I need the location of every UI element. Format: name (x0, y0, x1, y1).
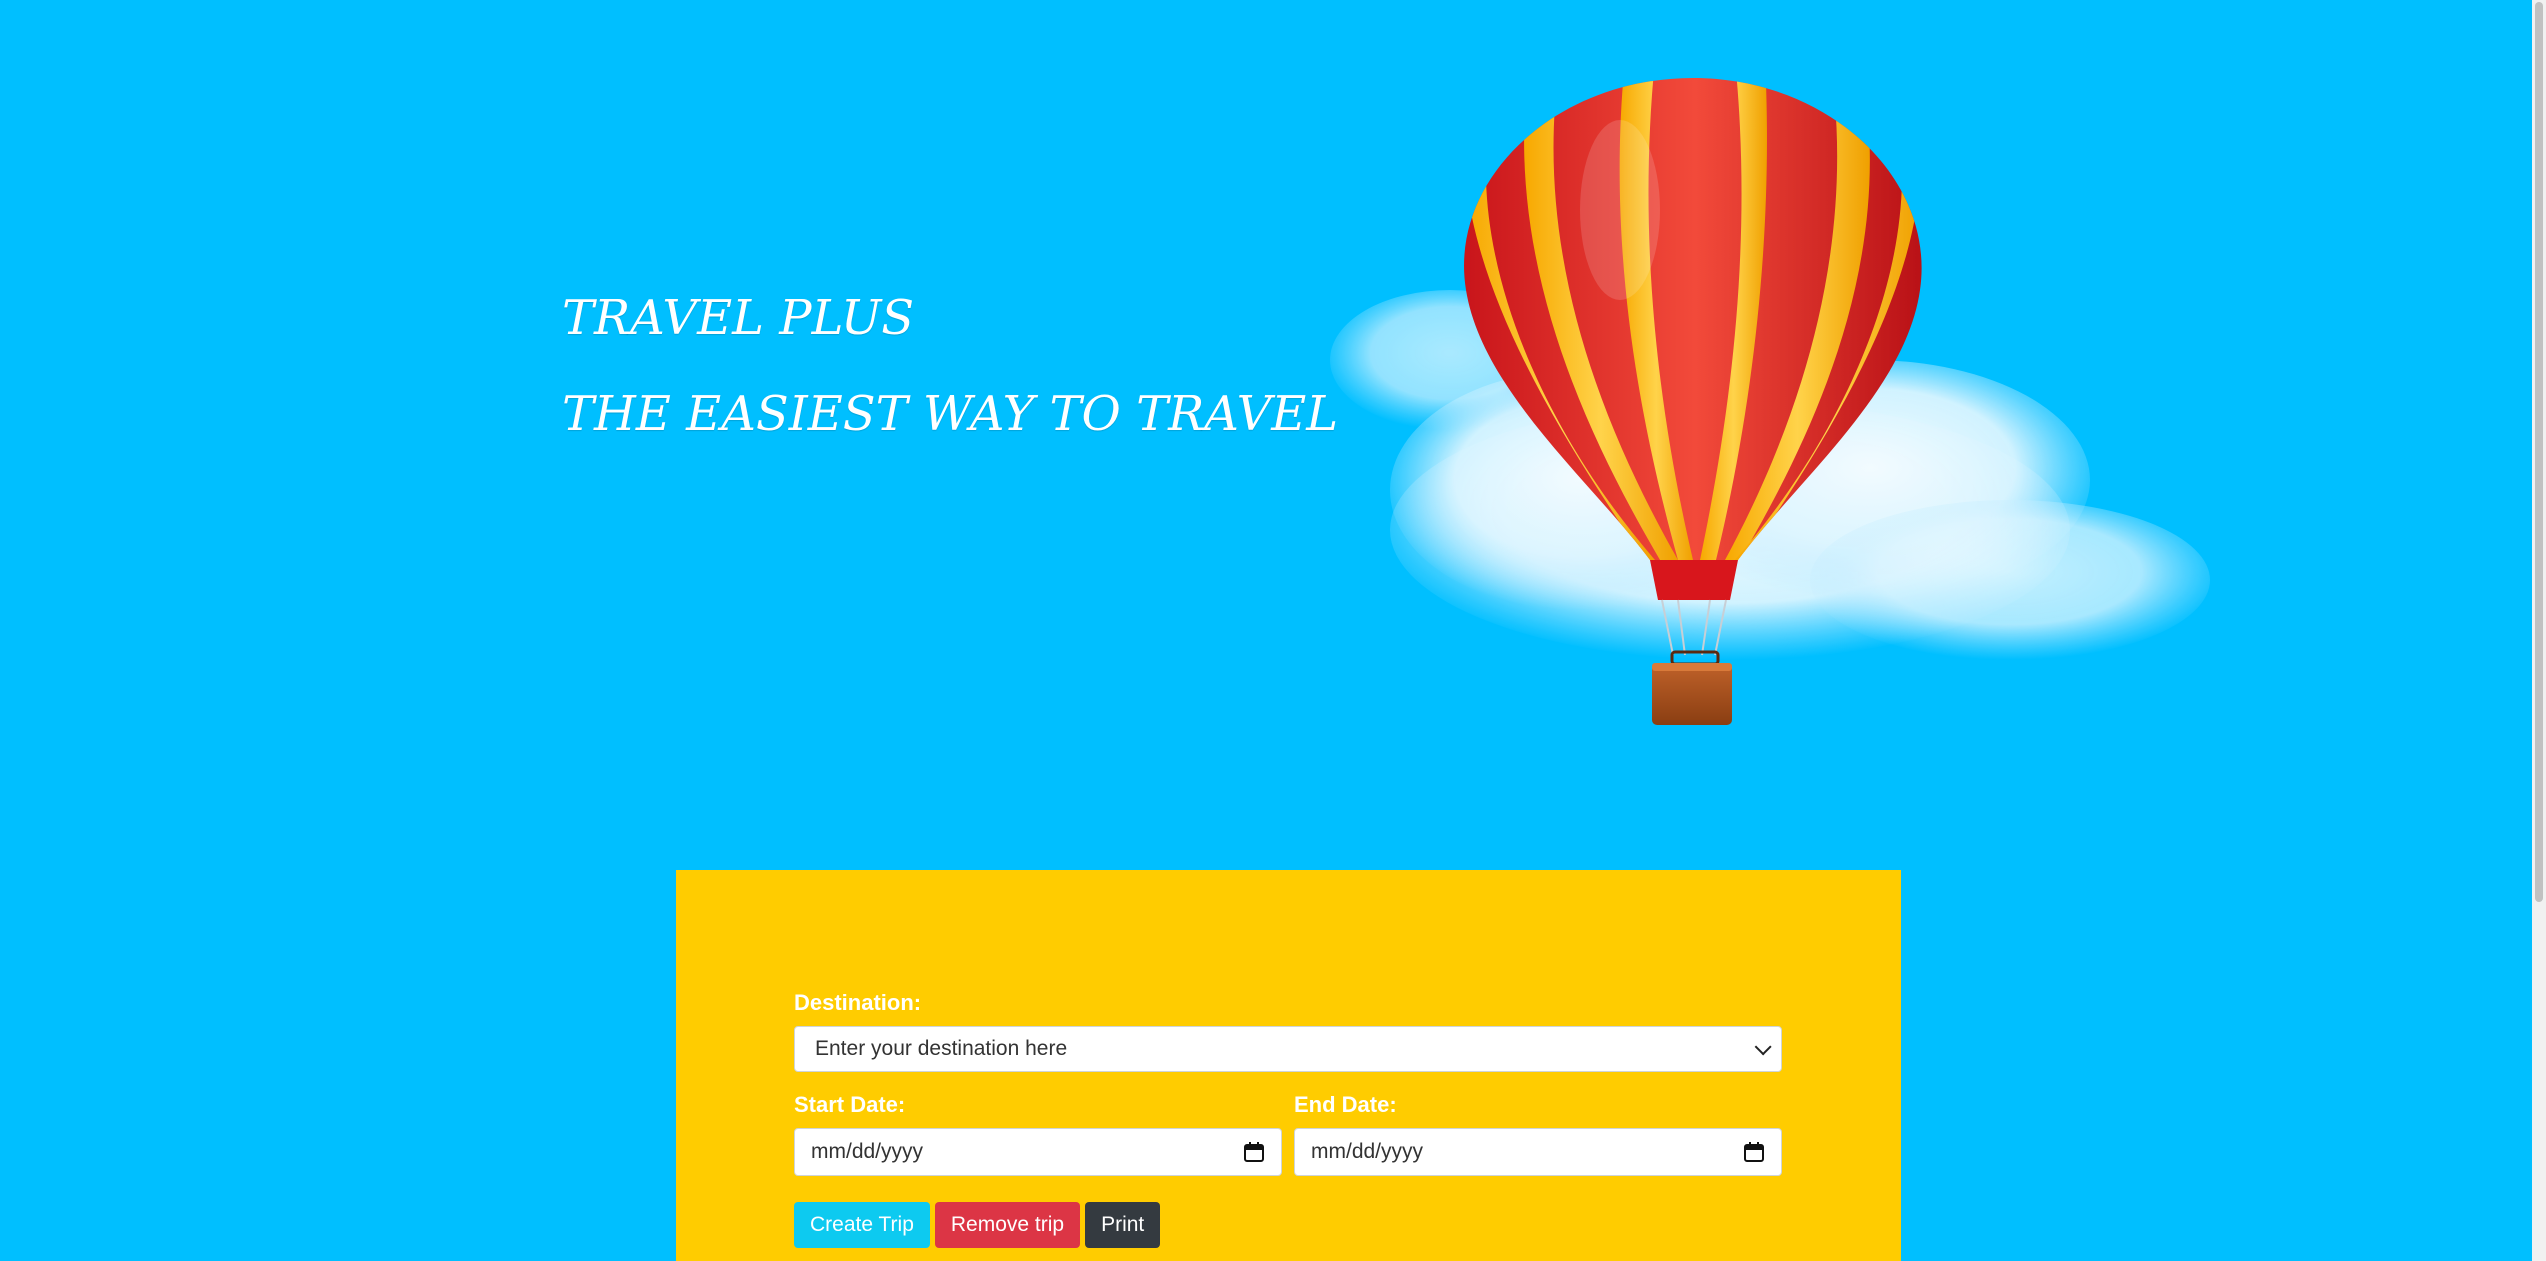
trip-form-card: Destination: Enter your destination here… (676, 870, 1901, 1261)
end-date-group: End Date: mm/dd/yyyy (1294, 1092, 1782, 1176)
hero-subtitle: THE EASIEST WAY TO TRAVEL (562, 386, 1339, 442)
remove-trip-button[interactable]: Remove trip (934, 1202, 1081, 1248)
start-date-label: Start Date: (794, 1092, 906, 1117)
end-date-input[interactable]: mm/dd/yyyy (1294, 1128, 1782, 1176)
end-date-label: End Date: (1294, 1092, 1397, 1117)
print-button[interactable]: Print (1085, 1202, 1161, 1248)
destination-select-value: Enter your destination here (815, 1037, 1068, 1060)
hero-title: TRAVEL PLUS (562, 290, 915, 346)
start-date-placeholder: mm/dd/yyyy (811, 1140, 924, 1163)
end-date-placeholder: mm/dd/yyyy (1311, 1140, 1424, 1163)
trip-form: Destination: Enter your destination here… (794, 990, 1782, 1248)
create-trip-button[interactable]: Create Trip (794, 1202, 930, 1248)
chevron-down-icon (1754, 1038, 1772, 1056)
page-scrollbar[interactable] (2532, 0, 2546, 1261)
date-row: Start Date: mm/dd/yyyy End Date: mm/dd/y… (794, 1092, 1782, 1176)
destination-select[interactable]: Enter your destination here (794, 1026, 1782, 1072)
start-date-group: Start Date: mm/dd/yyyy (794, 1092, 1282, 1176)
scrollbar-thumb[interactable] (2535, 2, 2543, 902)
hero-illustration (1330, 78, 2210, 725)
calendar-icon[interactable] (1743, 1141, 1765, 1163)
form-actions: Create Trip Remove trip Print (794, 1202, 1782, 1248)
start-date-input[interactable]: mm/dd/yyyy (794, 1128, 1282, 1176)
page: TRAVEL PLUS THE EASIEST WAY TO TRAVEL De… (0, 0, 2546, 1261)
destination-label: Destination: (794, 990, 922, 1015)
calendar-icon[interactable] (1243, 1141, 1265, 1163)
